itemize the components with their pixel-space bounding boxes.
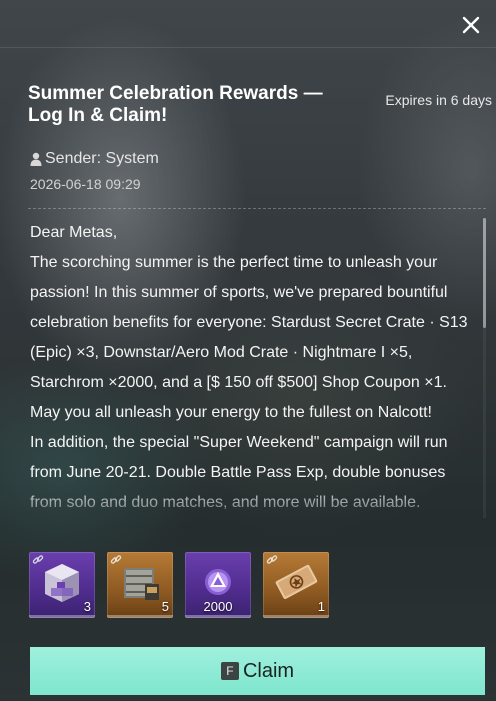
reward-quantity: 3 bbox=[83, 599, 91, 614]
sender-row: Sender: System bbox=[30, 150, 159, 168]
dashed-divider bbox=[28, 208, 486, 209]
reward-item[interactable]: 3 bbox=[29, 552, 95, 618]
reward-quantity: 1 bbox=[317, 599, 325, 614]
hotkey-badge: F bbox=[220, 662, 239, 680]
reward-item[interactable]: 5 bbox=[107, 552, 173, 618]
expiry-label: Expires in 6 days bbox=[385, 92, 492, 108]
starchrom-icon bbox=[205, 569, 231, 595]
mail-title: Summer Celebration Rewards — Log In & Cl… bbox=[28, 83, 323, 126]
close-button[interactable] bbox=[456, 10, 486, 40]
person-icon bbox=[30, 152, 42, 166]
scrollbar-thumb[interactable] bbox=[483, 218, 486, 328]
header-divider bbox=[0, 47, 496, 48]
reward-item[interactable]: 2000 bbox=[185, 552, 251, 618]
reward-item[interactable]: 1 bbox=[263, 552, 329, 618]
coupon-icon bbox=[275, 564, 318, 599]
reward-quantity: 5 bbox=[161, 599, 169, 614]
gold-crate-icon bbox=[124, 568, 159, 600]
mail-date: 2026-06-18 09:29 bbox=[30, 176, 141, 192]
reward-list: 3 5 2000 1 bbox=[29, 552, 329, 618]
body-paragraph: In addition, the special "Super Weekend"… bbox=[30, 434, 448, 511]
close-icon bbox=[462, 16, 480, 34]
greeting: Dear Metas, bbox=[30, 224, 118, 241]
sender-label: Sender: System bbox=[45, 150, 159, 167]
body-paragraph: The scorching summer is the perfect time… bbox=[30, 254, 468, 421]
claim-button[interactable]: F Claim bbox=[30, 647, 485, 695]
mail-body[interactable]: Dear Metas, The scorching summer is the … bbox=[30, 218, 470, 524]
purple-crate-icon bbox=[45, 564, 79, 602]
claim-label: Claim bbox=[242, 659, 295, 682]
body-scrollbar[interactable] bbox=[483, 218, 486, 518]
reward-quantity: 2000 bbox=[203, 599, 233, 614]
